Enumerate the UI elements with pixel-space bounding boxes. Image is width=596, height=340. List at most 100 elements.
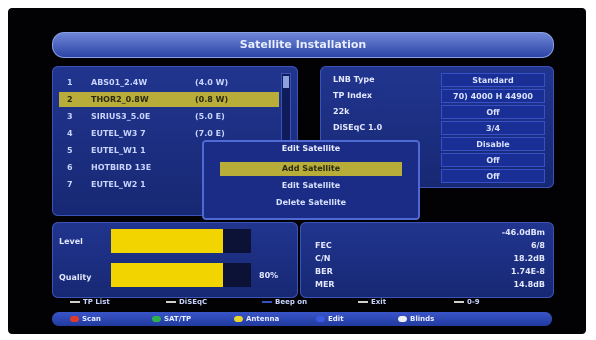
signal-meter-panel: Level Quality 80% xyxy=(52,222,298,298)
satellite-position: (5.0 E) xyxy=(195,112,225,121)
setting-label: 22k xyxy=(333,107,350,116)
color-key-icon xyxy=(398,316,407,322)
color-key-label: Antenna xyxy=(246,315,280,323)
color-key-item[interactable]: Blinds xyxy=(398,314,434,324)
level-label: Level xyxy=(59,237,83,246)
hint-key-icon xyxy=(358,301,368,303)
satellite-name: THOR2_0.8W xyxy=(91,95,149,104)
signal-stat-row: -46.0dBm xyxy=(315,227,545,238)
satellite-number: 6 xyxy=(67,163,73,172)
hint-label: Beep on xyxy=(275,298,308,306)
hint-label: DiSEqC xyxy=(179,298,208,306)
color-key-item[interactable]: Edit xyxy=(316,314,344,324)
signal-stat-label: MER xyxy=(315,280,335,289)
satellite-name: EUTEL_W1 1 xyxy=(91,146,146,155)
color-key-icon xyxy=(234,316,243,322)
setting-value[interactable]: Off xyxy=(441,169,545,183)
hint-item: DiSEqC xyxy=(166,298,207,306)
satellite-number: 3 xyxy=(67,112,73,121)
satellite-number: 1 xyxy=(67,78,73,87)
scroll-thumb[interactable] xyxy=(283,76,289,88)
hint-label: 0-9 xyxy=(467,298,480,306)
quality-bar-fill xyxy=(111,263,223,287)
hint-key-icon xyxy=(262,301,272,303)
setting-row[interactable]: TP Index 70) 4000 H 44900 xyxy=(327,89,547,103)
hint-item: TP List xyxy=(70,298,110,306)
color-key-item[interactable]: SAT/TP xyxy=(152,314,191,324)
setting-label: TP Index xyxy=(333,91,373,100)
signal-stat-label: FEC xyxy=(315,241,332,250)
tv-screen: Satellite Installation 1 ABS01_2.4W (4.0 W… xyxy=(8,8,586,334)
setting-label: DiSEqC 1.0 xyxy=(333,123,383,132)
hint-item: Exit xyxy=(358,298,386,306)
hint-key-icon xyxy=(454,301,464,303)
hint-label: Exit xyxy=(371,298,387,306)
signal-stat-value: 18.2dB xyxy=(513,254,545,263)
signal-stat-value: 6/8 xyxy=(530,241,545,250)
signal-stat-row: BER 1.74E-8 xyxy=(315,266,545,277)
signal-stats-panel: -46.0dBm FEC 6/8 C/N 18.2dB BER 1.74E-8 MER 14.8… xyxy=(300,222,554,298)
signal-stat-label: BER xyxy=(315,267,333,276)
color-key-bar: Scan SAT/TP Antenna Edit Blinds xyxy=(52,312,552,326)
satellite-number: 5 xyxy=(67,146,73,155)
setting-value[interactable]: Standard xyxy=(441,73,545,87)
hint-label: TP List xyxy=(83,298,110,306)
hint-bar: TP List DiSEqC Beep on Exit 0-9 xyxy=(52,298,552,310)
hint-key-icon xyxy=(166,301,176,303)
color-key-icon xyxy=(316,316,325,322)
setting-value[interactable]: Off xyxy=(441,153,545,167)
satellite-name: EUTEL_W2 1 xyxy=(91,180,146,189)
quality-label: Quality xyxy=(59,273,92,282)
hint-key-icon xyxy=(70,301,80,303)
setting-value[interactable]: 70) 4000 H 44900 xyxy=(441,89,545,103)
hint-item: 0-9 xyxy=(454,298,480,306)
signal-stat-value: 1.74E-8 xyxy=(510,267,545,276)
satellite-row[interactable]: 2 THOR2_0.8W (0.8 W) xyxy=(59,92,279,107)
signal-stat-row: MER 14.8dB xyxy=(315,279,545,290)
popup-option[interactable]: Add Satellite xyxy=(220,162,402,176)
signal-stat-row: C/N 18.2dB xyxy=(315,253,545,264)
hint-item: Beep on xyxy=(262,298,307,306)
popup-option[interactable]: Delete Satellite xyxy=(220,196,402,210)
satellite-number: 7 xyxy=(67,180,73,189)
setting-label: LNB Type xyxy=(333,75,375,84)
setting-value[interactable]: 3/4 xyxy=(441,121,545,135)
setting-value[interactable]: Off xyxy=(441,105,545,119)
setting-row[interactable]: 22k Off xyxy=(327,105,547,119)
popup-title: Edit Satellite xyxy=(281,144,341,153)
color-key-item[interactable]: Scan xyxy=(70,314,101,324)
setting-row[interactable]: LNB Type Standard xyxy=(327,73,547,87)
quality-percent: 80% xyxy=(259,271,279,280)
quality-bar xyxy=(111,263,251,287)
popup-option[interactable]: Edit Satellite xyxy=(220,179,402,193)
satellite-number: 2 xyxy=(67,95,73,104)
satellite-number: 4 xyxy=(67,129,73,138)
edit-satellite-popup: Edit Satellite Add Satellite Edit Satelli… xyxy=(202,140,420,220)
signal-stat-label: C/N xyxy=(315,254,331,263)
color-key-label: Blinds xyxy=(410,315,435,323)
color-key-label: SAT/TP xyxy=(164,315,192,323)
satellite-name: HOTBIRD 13E xyxy=(91,163,152,172)
osd-window: Satellite Installation 1 ABS01_2.4W (4.0 W… xyxy=(38,26,566,328)
satellite-row[interactable]: 4 EUTEL_W3 7 (7.0 E) xyxy=(59,126,279,141)
color-key-icon xyxy=(70,316,79,322)
color-key-item[interactable]: Antenna xyxy=(234,314,279,324)
satellite-name: EUTEL_W3 7 xyxy=(91,129,146,138)
satellite-name: ABS01_2.4W xyxy=(91,78,148,87)
satellite-name: SIRIUS3_5.0E xyxy=(91,112,151,121)
satellite-position: (0.8 W) xyxy=(195,95,229,104)
color-key-icon xyxy=(152,316,161,322)
satellite-row[interactable]: 1 ABS01_2.4W (4.0 W) xyxy=(59,75,279,90)
color-key-label: Scan xyxy=(82,315,101,323)
satellite-position: (4.0 W) xyxy=(195,78,229,87)
color-key-label: Edit xyxy=(328,315,344,323)
level-bar-fill xyxy=(111,229,223,253)
signal-stat-value: -46.0dBm xyxy=(501,228,545,237)
satellite-position: (7.0 E) xyxy=(195,129,225,138)
signal-stat-value: 14.8dB xyxy=(513,280,545,289)
window-title: Satellite Installation xyxy=(52,32,554,58)
setting-value[interactable]: Disable xyxy=(441,137,545,151)
satellite-row[interactable]: 3 SIRIUS3_5.0E (5.0 E) xyxy=(59,109,279,124)
setting-row[interactable]: DiSEqC 1.0 3/4 xyxy=(327,121,547,135)
signal-stat-row: FEC 6/8 xyxy=(315,240,545,251)
